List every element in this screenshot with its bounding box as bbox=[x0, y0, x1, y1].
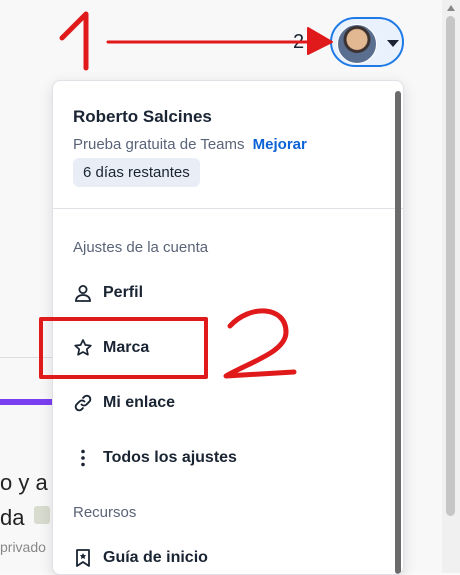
star-icon bbox=[73, 338, 93, 358]
page-scrollbar-thumb[interactable] bbox=[446, 16, 455, 516]
page-scrollbar[interactable] bbox=[442, 0, 460, 573]
account-menu-button[interactable] bbox=[330, 17, 404, 67]
background-text-line-1: o y a bbox=[0, 470, 48, 495]
scroll-up-arrow-icon[interactable] bbox=[447, 5, 455, 11]
user-name: Roberto Salcines bbox=[73, 107, 212, 126]
menu-item-label: Marca bbox=[103, 339, 150, 356]
background-text-line-2: da bbox=[0, 505, 25, 530]
menu-divider bbox=[53, 208, 403, 209]
background-text-line-3: privado bbox=[0, 539, 46, 555]
menu-item-label: Perfil bbox=[103, 284, 144, 301]
link-icon bbox=[73, 393, 93, 413]
menu-item-todos-los-ajustes[interactable]: Todos los ajustes bbox=[73, 446, 237, 470]
plan-line: Prueba gratuita de Teams Mejorar bbox=[73, 136, 307, 153]
menu-item-perfil[interactable]: Perfil bbox=[73, 281, 143, 305]
background-emoji-icon bbox=[34, 506, 50, 524]
chevron-down-icon bbox=[387, 40, 399, 47]
avatar bbox=[337, 24, 377, 64]
account-section-label: Ajustes de la cuenta bbox=[73, 239, 209, 256]
plan-text: Prueba gratuita de Teams bbox=[73, 136, 245, 153]
upgrade-link[interactable]: Mejorar bbox=[253, 136, 307, 153]
menu-item-label: Guía de inicio bbox=[103, 549, 208, 566]
more-vertical-icon bbox=[73, 448, 93, 468]
user-icon bbox=[73, 283, 93, 303]
menu-item-mi-enlace[interactable]: Mi enlace bbox=[73, 391, 175, 415]
trial-days-badge: 6 días restantes bbox=[73, 158, 200, 187]
bookmark-star-icon bbox=[73, 548, 93, 568]
resources-section-label: Recursos bbox=[73, 504, 137, 521]
background-progress-bar bbox=[0, 399, 52, 405]
background-divider bbox=[0, 357, 52, 358]
menu-item-label: Todos los ajustes bbox=[103, 449, 237, 466]
account-dropdown-menu: Roberto Salcines Prueba gratuita de Team… bbox=[52, 80, 404, 575]
menu-scrollbar[interactable] bbox=[395, 91, 401, 574]
user-count: 2 bbox=[293, 31, 305, 53]
menu-item-label: Mi enlace bbox=[103, 394, 176, 411]
menu-item-guia-de-inicio[interactable]: Guía de inicio bbox=[73, 546, 208, 570]
menu-item-marca[interactable]: Marca bbox=[73, 336, 149, 360]
